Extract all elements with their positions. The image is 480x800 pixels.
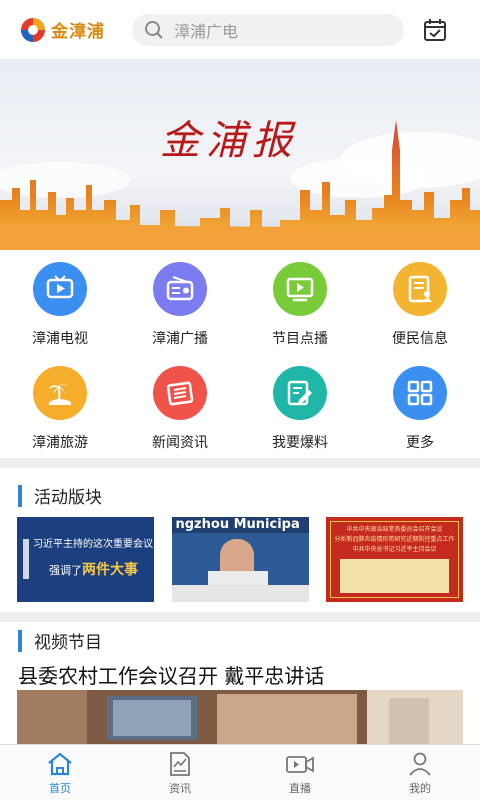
service-label: 漳浦电视 (32, 331, 88, 347)
section-accent-bar (18, 629, 22, 652)
desk-strip (171, 585, 309, 602)
top-bar: 金漳浦 漳浦广电 (0, 0, 480, 60)
tab-home[interactable]: 首页 (0, 745, 120, 800)
video-thumbnail-image (17, 690, 463, 744)
tab-live[interactable]: 直播 (240, 745, 360, 800)
section-divider (0, 458, 480, 468)
video-section-title: 视频节目 (34, 633, 102, 653)
calendar-check-icon[interactable] (422, 17, 448, 43)
tab-label: 首页 (49, 782, 71, 795)
activities-carousel: 习近平主持的这次重要会议 强调了两件大事 ngzhou Municipa 中共中… (17, 517, 463, 602)
home-icon (48, 752, 72, 776)
tab-news[interactable]: 资讯 (120, 745, 240, 800)
logo-mark-icon (21, 17, 45, 42)
service-label: 节目点播 (272, 331, 328, 347)
live-camera-icon (286, 756, 314, 773)
app-logo[interactable]: 金漳浦 (20, 17, 120, 43)
search-input[interactable]: 漳浦广电 (132, 13, 404, 46)
card-highlight: 两件大事 (82, 562, 138, 578)
service-label: 漳浦旅游 (32, 435, 88, 451)
beach-palm-icon (33, 366, 87, 420)
tab-profile[interactable]: 我的 (360, 745, 480, 800)
newspaper-icon (153, 366, 207, 420)
service-label: 我要爆料 (272, 435, 328, 451)
radio-icon (153, 262, 207, 316)
service-more[interactable]: 更多 (360, 356, 480, 456)
grid-more-icon (393, 366, 447, 420)
service-travel[interactable]: 漳浦旅游 (0, 356, 120, 456)
service-vod[interactable]: 节目点播 (240, 252, 360, 352)
search-icon (145, 20, 163, 39)
video-thumbnail[interactable] (17, 690, 463, 744)
section-accent-bar (18, 484, 22, 507)
card-caption: ngzhou Municipa (175, 517, 300, 532)
service-label: 更多 (406, 435, 434, 451)
news-doc-icon (170, 752, 190, 776)
activities-header: 活动版块 (18, 483, 102, 508)
service-label: 新闻资讯 (152, 435, 208, 451)
video-headline[interactable]: 县委农村工作会议召开 戴平忠讲话 (18, 660, 324, 689)
card-text-line: 强调了两件大事 (49, 559, 138, 579)
card-text-line: 中共中央政治局常务委员会召开会议 (346, 526, 443, 533)
service-news[interactable]: 新闻资讯 (120, 356, 240, 456)
card-text-block (340, 559, 449, 593)
card-stripe (23, 539, 29, 579)
activity-card[interactable]: 中共中央政治局常务委员会召开会议 分析新冠肺炎疫情形势研究近期防控重点工作 中共… (326, 517, 463, 602)
card-text-part: 强调了 (49, 564, 82, 577)
banner-title: 金浦报 (160, 118, 298, 164)
services-grid: 漳浦电视 漳浦广播 节目点播 便民信息 漳浦旅游 新闻资讯 我要爆料 更多 (0, 252, 480, 458)
banner[interactable]: 金浦报 (0, 60, 480, 250)
activity-card[interactable]: ngzhou Municipa (171, 517, 309, 602)
service-radio[interactable]: 漳浦广播 (120, 252, 240, 352)
search-placeholder: 漳浦广电 (174, 21, 239, 41)
service-tv[interactable]: 漳浦电视 (0, 252, 120, 352)
video-header: 视频节目 (18, 628, 102, 653)
service-label: 漳浦广播 (152, 331, 208, 347)
card-text-line: 习近平主持的这次重要会议 (33, 539, 153, 550)
activity-card[interactable]: 习近平主持的这次重要会议 强调了两件大事 (17, 517, 154, 602)
document-person-icon (393, 262, 447, 316)
card-text-line: 分析新冠肺炎疫情形势研究近期防控重点工作 (334, 536, 455, 543)
user-icon (409, 752, 431, 776)
service-report[interactable]: 我要爆料 (240, 356, 360, 456)
section-divider (0, 612, 480, 622)
tab-label: 直播 (289, 782, 311, 795)
service-info[interactable]: 便民信息 (360, 252, 480, 352)
bottom-tab-bar: 首页 资讯 直播 我的 (0, 744, 480, 800)
tv-icon (33, 262, 87, 316)
tab-label: 资讯 (169, 782, 191, 795)
video-player-icon (273, 262, 327, 316)
edit-note-icon (273, 366, 327, 420)
activities-title: 活动版块 (34, 488, 102, 508)
tab-label: 我的 (409, 782, 431, 795)
service-label: 便民信息 (392, 331, 448, 347)
card-text-line: 中共中央总书记习近平主持会议 (352, 546, 437, 553)
app-name: 金漳浦 (51, 22, 105, 42)
